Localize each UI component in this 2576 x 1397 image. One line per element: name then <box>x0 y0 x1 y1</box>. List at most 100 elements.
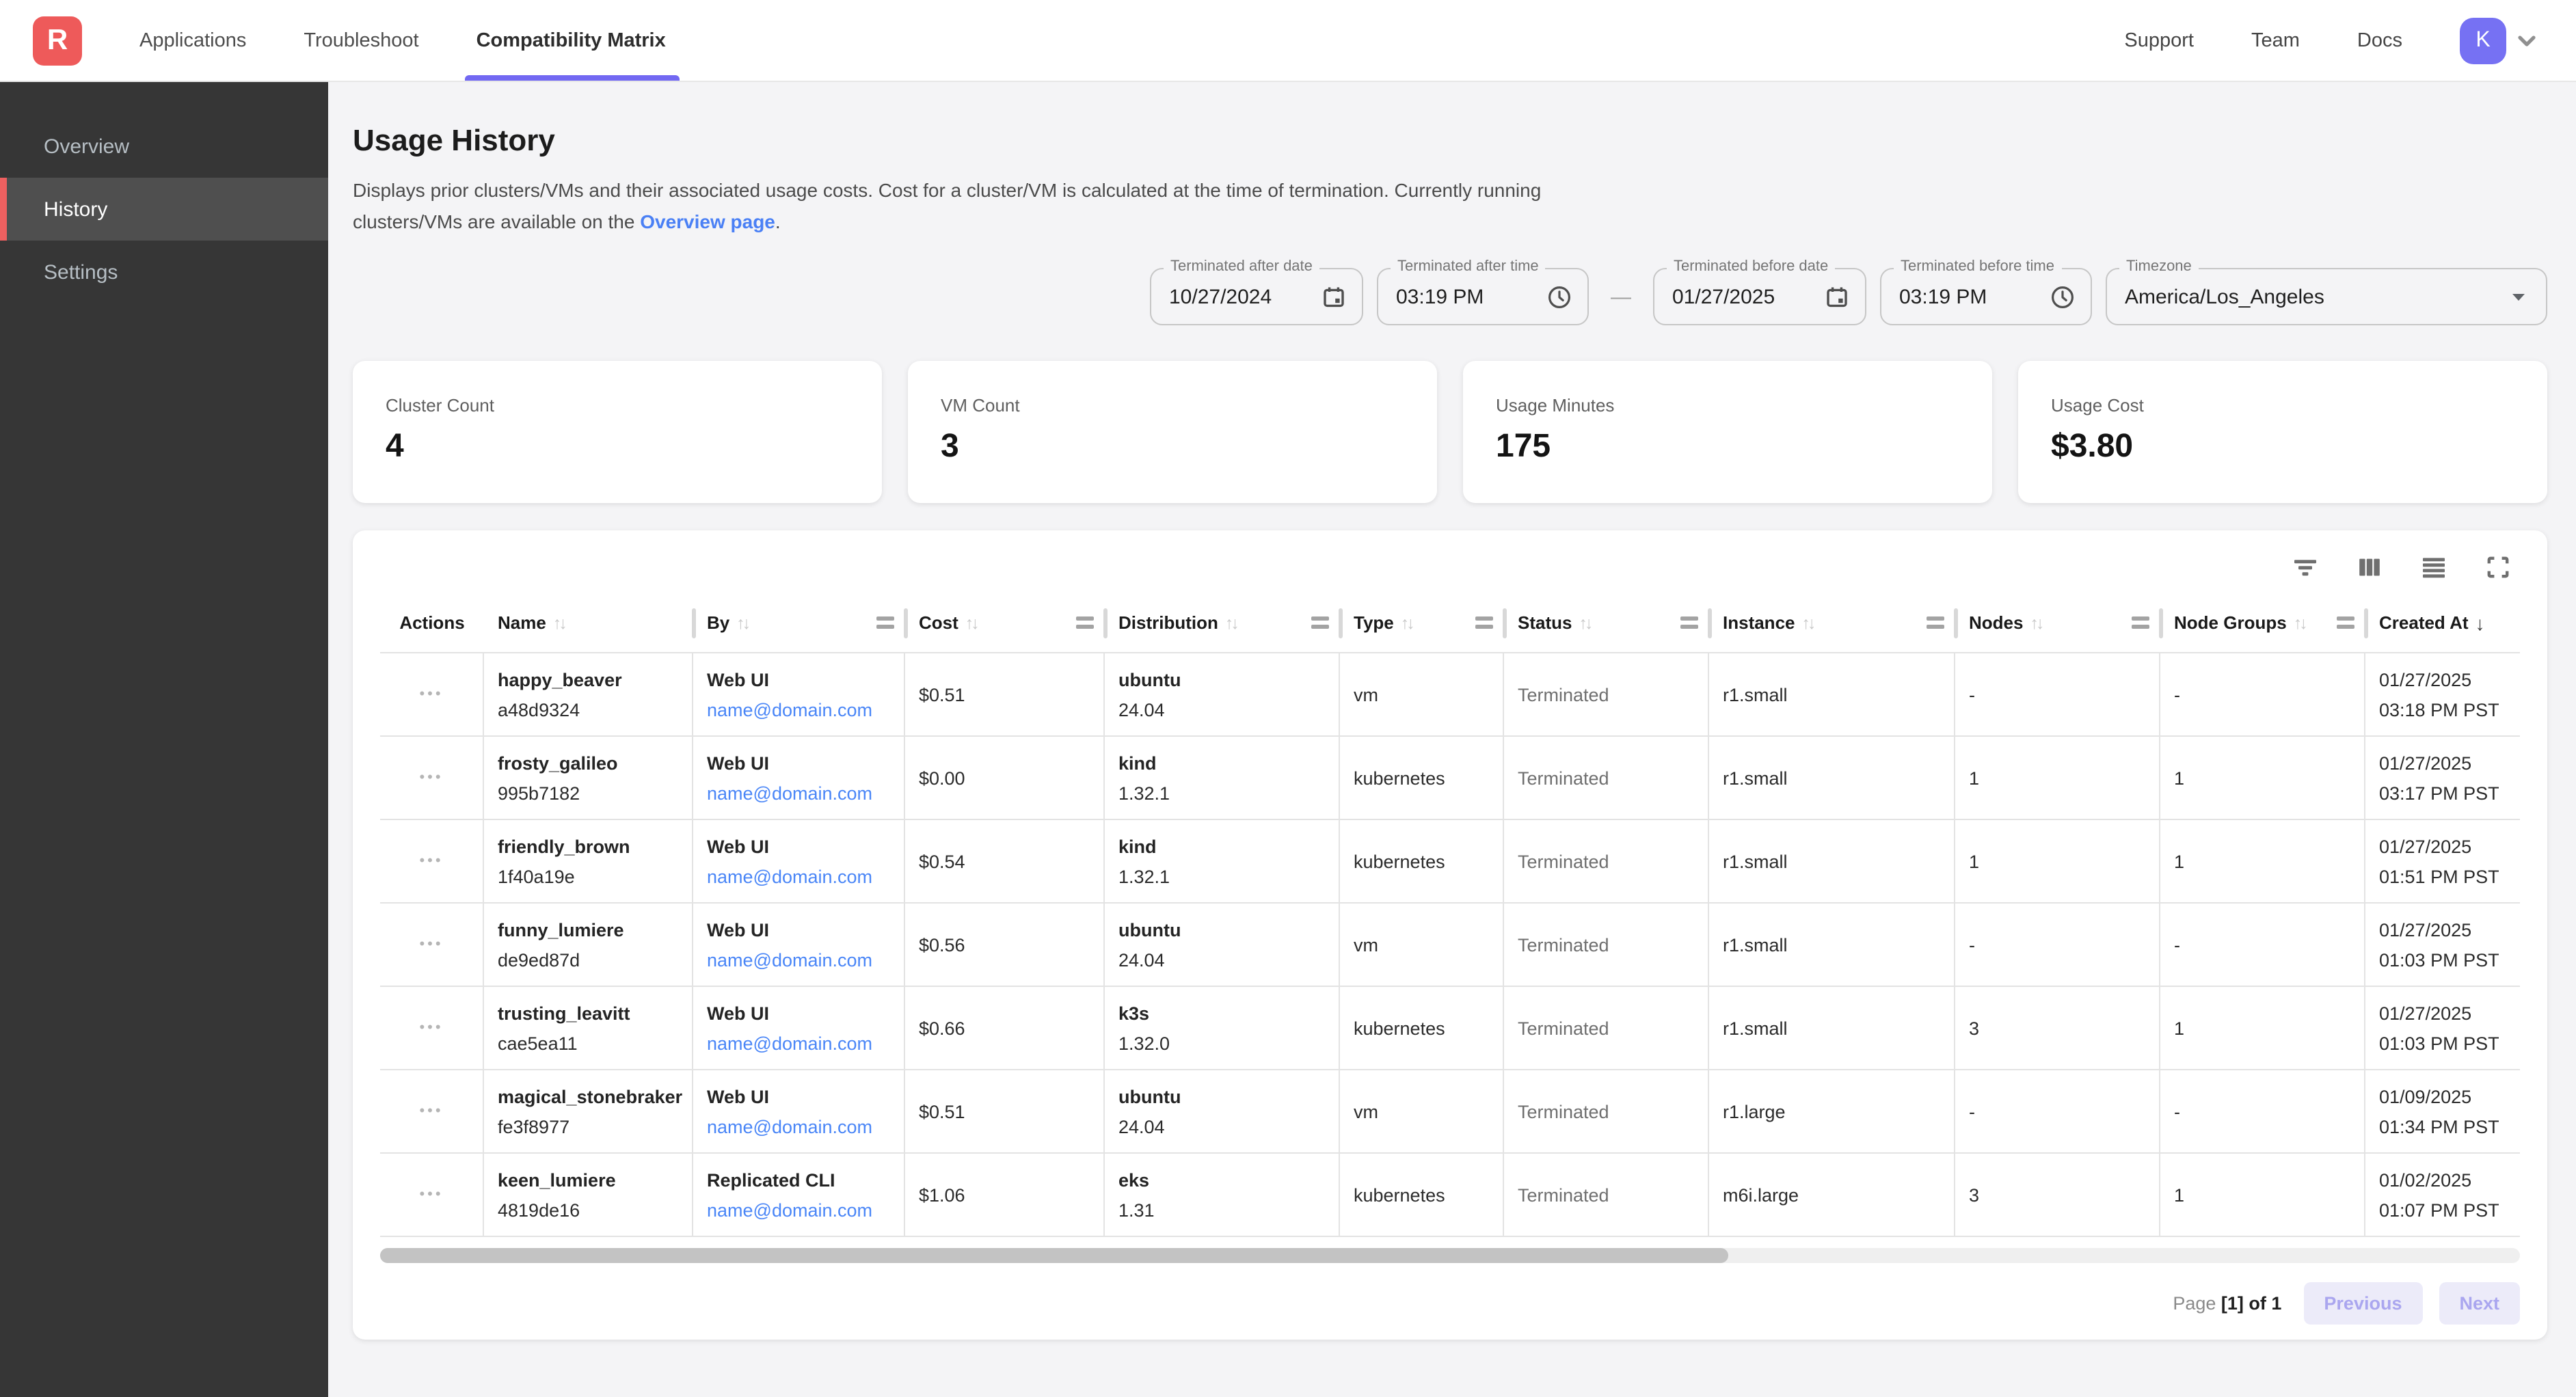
column-header-name[interactable]: Name ↑↓ <box>484 593 693 652</box>
nav-tab-applications[interactable]: Applications <box>139 0 246 81</box>
density-icon[interactable] <box>2420 554 2447 581</box>
cost-value: $1.06 <box>919 1184 1090 1205</box>
fullscreen-icon[interactable] <box>2484 554 2512 581</box>
caret-down-icon[interactable] <box>2506 284 2531 309</box>
timezone-select[interactable]: Timezone America/Los_Angeles <box>2106 268 2547 325</box>
cost-cell: $0.51 <box>905 653 1105 737</box>
terminated-before-time-input[interactable]: Terminated before time 03:19 PM <box>1880 268 2092 325</box>
terminated-before-date-input[interactable]: Terminated before date 01/27/2025 <box>1653 268 1866 325</box>
instance-value: r1.small <box>1723 851 1940 871</box>
created-time: 01:03 PM PST <box>2379 1033 2506 1053</box>
column-header-instance[interactable]: Instance ↑↓ <box>1709 593 1955 652</box>
status-badge: Terminated <box>1518 768 1694 788</box>
nav-tab-compatibility-matrix[interactable]: Compatibility Matrix <box>477 0 666 81</box>
field-label: Terminated before date <box>1667 258 1835 275</box>
node-groups-cell: - <box>2160 1070 2365 1154</box>
horizontal-scrollbar[interactable] <box>380 1248 2520 1263</box>
sort-icon[interactable]: ↑↓ <box>1579 613 1590 632</box>
nav-tabs: Applications Troubleshoot Compatibility … <box>139 0 666 81</box>
previous-page-button[interactable]: Previous <box>2303 1281 2422 1324</box>
sort-icon[interactable]: ↑↓ <box>736 613 748 632</box>
nav-tab-label: Troubleshoot <box>304 29 418 51</box>
nav-tab-troubleshoot[interactable]: Troubleshoot <box>304 0 418 81</box>
filter-icon[interactable] <box>2292 554 2319 581</box>
field-value[interactable]: America/Los_Angeles <box>2125 285 2324 308</box>
more-actions-icon[interactable]: ••• <box>419 770 443 786</box>
column-header-status[interactable]: Status ↑↓ <box>1504 593 1709 652</box>
created-by-email-link[interactable]: name@domain.com <box>707 1116 890 1137</box>
created-by-email-link[interactable]: name@domain.com <box>707 783 890 803</box>
more-actions-icon[interactable]: ••• <box>419 853 443 869</box>
calendar-icon[interactable] <box>1321 284 1347 310</box>
column-menu-icon[interactable] <box>1927 617 1944 628</box>
column-menu-icon[interactable] <box>1475 617 1493 628</box>
sort-icon[interactable]: ↑↓ <box>965 613 977 632</box>
column-menu-icon[interactable] <box>2132 617 2149 628</box>
terminated-after-date-input[interactable]: Terminated after date 10/27/2024 <box>1150 268 1363 325</box>
row-actions-cell: ••• <box>380 820 484 904</box>
column-header-type[interactable]: Type ↑↓ <box>1340 593 1504 652</box>
sidebar-item-overview[interactable]: Overview <box>0 115 328 178</box>
column-menu-icon[interactable] <box>2337 617 2354 628</box>
app-root: R Applications Troubleshoot Compatibilit… <box>0 0 2576 1397</box>
nodes-cell: 3 <box>1955 987 2160 1070</box>
field-value[interactable]: 10/27/2024 <box>1169 285 1272 308</box>
created-by-email-link[interactable]: name@domain.com <box>707 866 890 886</box>
avatar[interactable]: K <box>2460 17 2506 64</box>
nodes-cell: - <box>1955 1070 2160 1154</box>
sort-icon[interactable]: ↑↓ <box>1225 613 1237 632</box>
created-by-email-link[interactable]: name@domain.com <box>707 1199 890 1220</box>
sidebar-item-settings[interactable]: Settings <box>0 241 328 303</box>
scrollbar-thumb[interactable] <box>380 1248 1728 1263</box>
calendar-icon[interactable] <box>1824 284 1850 310</box>
more-actions-icon[interactable]: ••• <box>419 936 443 953</box>
more-actions-icon[interactable]: ••• <box>419 1186 443 1203</box>
account-menu[interactable]: K <box>2460 17 2540 64</box>
sort-icon[interactable]: ↑↓ <box>1401 613 1412 632</box>
sort-icon[interactable]: ↑↓ <box>2030 613 2041 632</box>
terminated-after-time-input[interactable]: Terminated after time 03:19 PM <box>1377 268 1589 325</box>
sort-icon[interactable]: ↑↓ <box>553 613 565 632</box>
clock-icon[interactable] <box>1546 284 1572 310</box>
more-actions-icon[interactable]: ••• <box>419 1103 443 1120</box>
clock-icon[interactable] <box>2050 284 2076 310</box>
created-at-cell: 01/27/2025 03:17 PM PST <box>2365 737 2520 820</box>
sidebar-item-history[interactable]: History <box>0 178 328 241</box>
cluster-name: frosty_galileo <box>498 752 678 773</box>
column-header-node-groups[interactable]: Node Groups ↑↓ <box>2160 593 2365 652</box>
sort-icon[interactable]: ↑↓ <box>2294 613 2305 632</box>
cost-value: $0.00 <box>919 768 1090 788</box>
created-by-email-link[interactable]: name@domain.com <box>707 1033 890 1053</box>
sort-desc-icon[interactable]: ↓ <box>2476 612 2485 634</box>
nav-link-team[interactable]: Team <box>2251 29 2300 51</box>
nav-link-support[interactable]: Support <box>2124 29 2194 51</box>
created-by-email-link[interactable]: name@domain.com <box>707 699 890 720</box>
chevron-down-icon[interactable] <box>2513 27 2540 54</box>
column-header-distribution[interactable]: Distribution ↑↓ <box>1105 593 1340 652</box>
cluster-id: fe3f8977 <box>498 1116 678 1137</box>
created-by-email-link[interactable]: name@domain.com <box>707 949 890 970</box>
more-actions-icon[interactable]: ••• <box>419 686 443 703</box>
more-actions-icon[interactable]: ••• <box>419 1020 443 1036</box>
nodes-value: 1 <box>1969 768 2145 788</box>
column-header-cost[interactable]: Cost ↑↓ <box>905 593 1105 652</box>
column-menu-icon[interactable] <box>1076 617 1094 628</box>
column-menu-icon[interactable] <box>1680 617 1698 628</box>
by-cell: Web UI name@domain.com <box>693 653 905 737</box>
overview-page-link[interactable]: Overview page <box>640 211 775 232</box>
column-header-created-at[interactable]: Created At ↓ <box>2365 593 2520 652</box>
nav-link-docs[interactable]: Docs <box>2357 29 2402 51</box>
next-page-button[interactable]: Next <box>2439 1281 2520 1324</box>
sort-icon[interactable]: ↑↓ <box>1802 613 1814 632</box>
field-value[interactable]: 01/27/2025 <box>1672 285 1775 308</box>
field-label: Terminated before time <box>1894 258 2061 275</box>
field-value[interactable]: 03:19 PM <box>1899 285 1987 308</box>
column-menu-icon[interactable] <box>1311 617 1329 628</box>
column-menu-icon[interactable] <box>876 617 894 628</box>
column-header-by[interactable]: By ↑↓ <box>693 593 905 652</box>
column-header-nodes[interactable]: Nodes ↑↓ <box>1955 593 2160 652</box>
table-row: ••• frosty_galileo 995b7182 Web UI name@… <box>380 737 2520 820</box>
field-value[interactable]: 03:19 PM <box>1396 285 1484 308</box>
replicated-logo[interactable]: R <box>33 16 82 65</box>
columns-icon[interactable] <box>2356 554 2383 581</box>
